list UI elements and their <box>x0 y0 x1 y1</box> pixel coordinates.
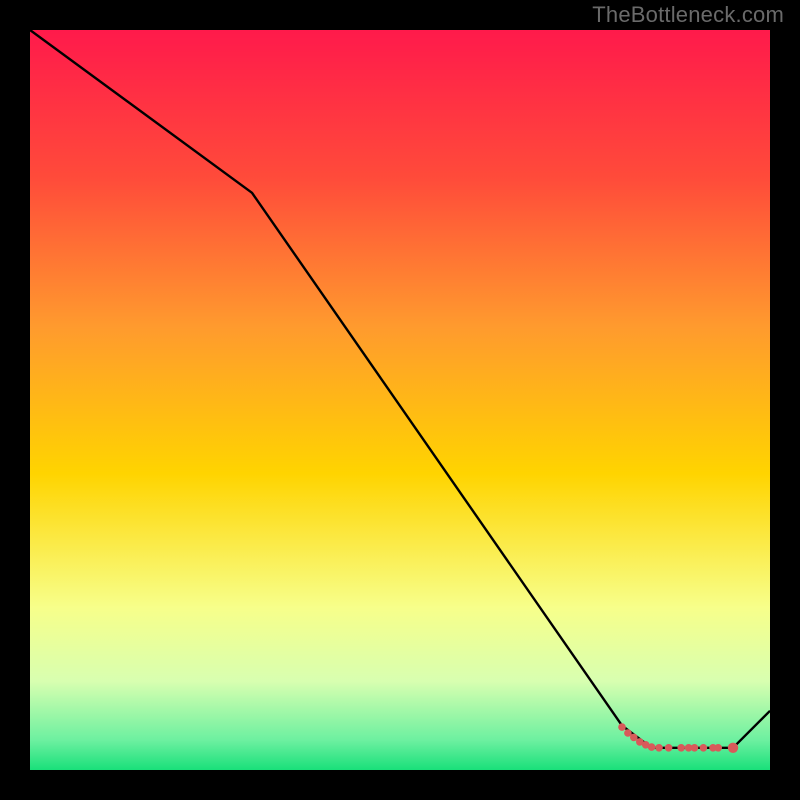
data-marker <box>648 743 656 751</box>
data-marker <box>665 744 673 752</box>
watermark-label: TheBottleneck.com <box>592 2 784 28</box>
data-marker <box>714 744 722 752</box>
data-marker <box>618 723 626 731</box>
data-marker <box>677 744 685 752</box>
data-marker <box>655 744 663 752</box>
gradient-background <box>30 30 770 770</box>
data-marker <box>728 743 738 753</box>
chart-svg <box>30 30 770 770</box>
data-marker <box>630 734 638 742</box>
chart-frame: TheBottleneck.com <box>0 0 800 800</box>
plot-area <box>30 30 770 770</box>
data-marker <box>700 744 708 752</box>
data-marker <box>691 744 699 752</box>
